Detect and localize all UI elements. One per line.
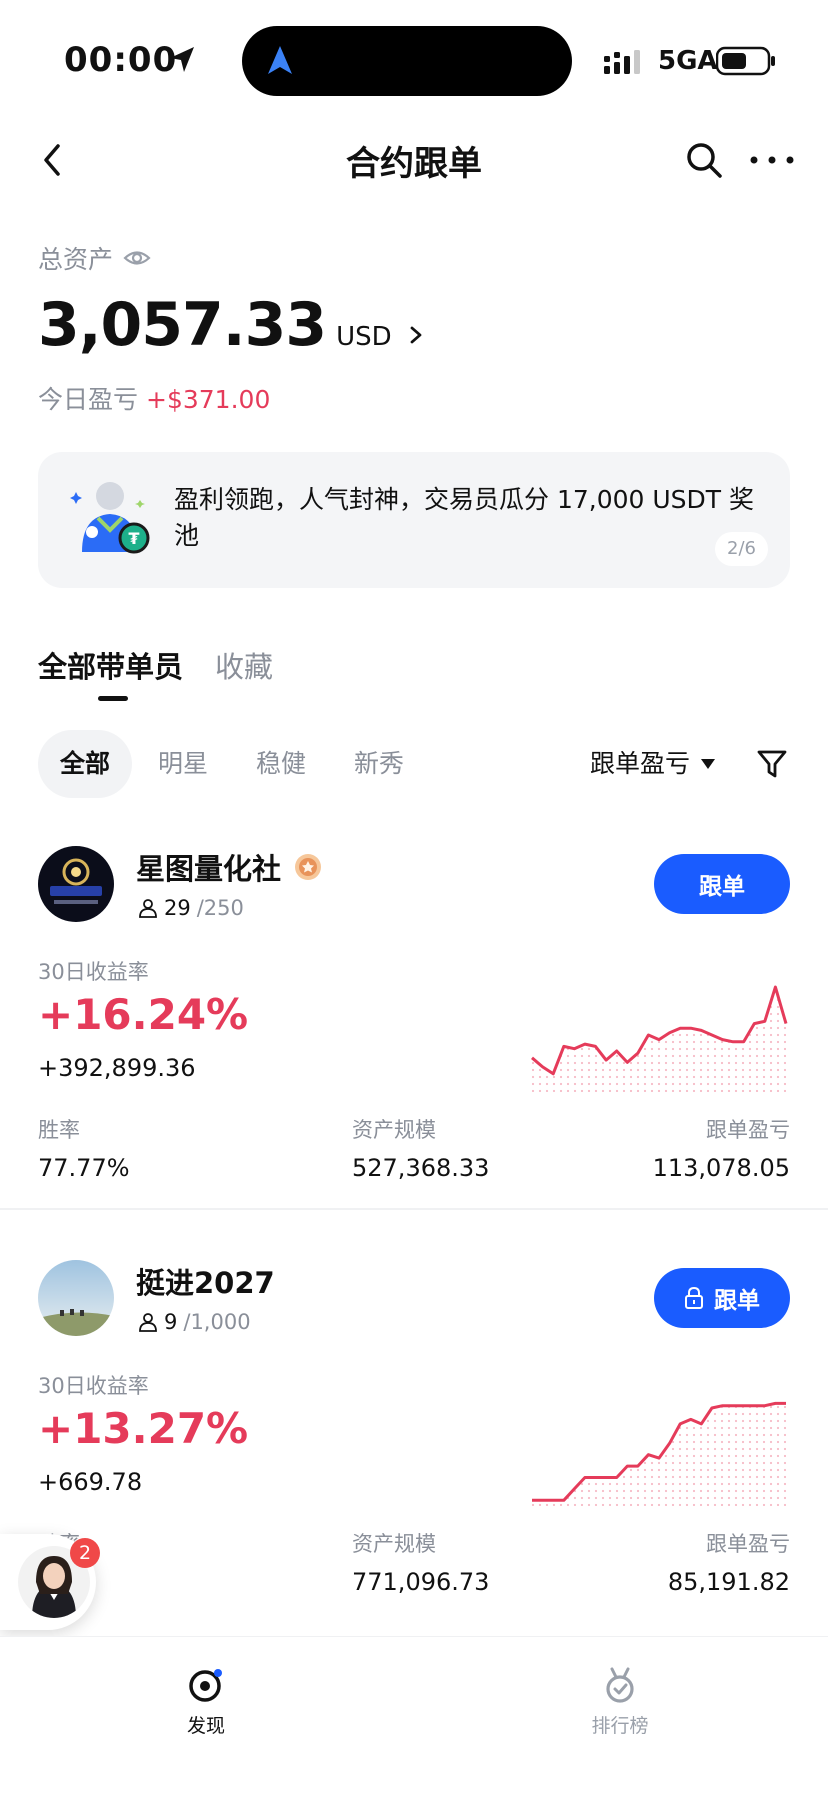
chip-star[interactable]: 明星 [158,730,208,798]
follower-pnl-label: 跟单盈亏 [706,1118,790,1142]
status-bar: 00:00 5GA [0,0,828,120]
signal-icon [604,50,640,74]
battery-icon [716,46,775,76]
person-icon [139,1313,157,1332]
aum-label: 资产规模 [352,1118,436,1142]
unread-badge: 2 [70,1538,100,1568]
aum-value: 771,096.73 [352,1568,490,1596]
chip-rookie[interactable]: 新秀 [354,730,404,798]
navigation-arrow-icon [268,46,292,74]
location-arrow-icon [170,47,194,72]
followers-current: 9 [164,1310,178,1334]
roi-value: +13.27% [38,1404,249,1453]
trader-tabs: 全部带单员 收藏 [38,644,273,701]
trophy-icon [606,1667,634,1703]
tab-discover-label: 发现 [186,1715,225,1737]
assets-amount: 3,057.33 [38,290,327,360]
dynamic-island [242,26,572,96]
trader-avatar [38,846,114,922]
tab-underline [98,696,128,701]
today-pnl: 今日盈亏 +$371.00 [38,380,270,416]
roi-absolute: +392,899.36 [38,1054,196,1082]
promo-banner[interactable]: ₮ 盈利领跑，人气封神，交易员瓜分 17,000 USDT 奖池 2/6 [38,452,790,588]
filter-icon[interactable] [756,748,788,780]
roi-sparkline [531,985,788,1092]
win-rate-value: 77.77% [38,1154,130,1182]
roi-absolute: +669.78 [38,1468,143,1496]
followers-current: 29 [164,896,191,920]
tab-leaderboard-label: 排行榜 [591,1715,649,1737]
roi-sparkline [532,1401,786,1506]
trader-name-text: 挺进2027 [136,1266,275,1300]
roi-label: 30日收益率 [38,960,149,984]
copy-trade-button[interactable]: 跟单 [654,854,790,914]
search-icon[interactable] [684,140,724,180]
followers-max: /250 [196,896,244,920]
sort-dropdown[interactable]: 跟单盈亏 [590,730,716,798]
total-assets-text: 总资产 [38,245,114,274]
caret-down-icon [701,759,716,769]
today-pnl-value: +$371.00 [146,385,271,414]
eye-icon[interactable] [123,244,151,272]
total-assets-value[interactable]: 3,057.33 USD [38,290,426,360]
tab-favorites[interactable]: 收藏 [215,644,273,686]
svg-text:₮: ₮ [128,529,139,548]
discover-icon [189,1669,222,1702]
win-rate: 胜率 77.77% [38,1114,130,1182]
follower-pnl: 跟单盈亏 113,078.05 [653,1114,790,1182]
total-assets-label: 总资产 [38,240,151,276]
follower-count: 29/250 [138,896,244,920]
roi-value: +16.24% [38,990,249,1039]
sparkline-area [532,1403,786,1506]
trader-name-text: 星图量化社 [136,852,282,886]
nav-bar: 合约跟单 [0,120,828,200]
banner-text: 盈利领跑，人气封神，交易员瓜分 17,000 USDT 奖池 [174,485,755,550]
roi-label: 30日收益率 [38,1374,149,1398]
follower-pnl-value: 85,191.82 [667,1568,790,1596]
medal-icon [295,854,322,880]
chevron-right-icon [410,326,422,344]
win-rate-label: 胜率 [38,1118,80,1142]
trader-name: 挺进2027 [136,1260,275,1302]
copy-trade-button[interactable]: 跟单 [654,1268,790,1328]
network-type: 5GA [658,46,718,76]
banner-page-indicator: 2/6 [715,532,768,566]
trader-name: 星图量化社 [136,846,325,888]
customer-support-bubble[interactable]: 2 [0,1534,100,1630]
aum: 资产规模 771,096.73 [352,1528,489,1596]
trader-reward-illustration: ₮ [70,482,150,554]
bottom-tab-bar: 发现 排行榜 [0,1636,828,1800]
trader-card[interactable]: 星图量化社 29/250 跟单 30日收益率 +16.24% +392,899.… [0,840,828,1210]
copy-trade-label: 跟单 [699,874,745,900]
aum: 资产规模 527,368.33 [352,1114,489,1182]
assets-unit: USD [336,322,392,352]
trader-avatar [38,1260,114,1336]
followers-max: /1,000 [183,1310,251,1334]
status-time: 00:00 [64,40,178,80]
chip-all[interactable]: 全部 [38,730,133,798]
follower-pnl-value: 113,078.05 [652,1154,790,1182]
follower-count: 9/1,000 [138,1310,251,1334]
follower-pnl: 跟单盈亏 85,191.82 [668,1528,790,1596]
tab-leaderboard[interactable]: 排行榜 [560,1665,680,1738]
sort-label: 跟单盈亏 [590,749,691,778]
today-pnl-label: 今日盈亏 [38,385,139,414]
follower-pnl-label: 跟单盈亏 [706,1532,790,1556]
person-icon [139,899,157,918]
lock-icon [685,1287,703,1309]
chip-steady[interactable]: 稳健 [256,730,306,798]
filter-bar: 全部 明星 稳健 新秀 跟单盈亏 [38,730,790,798]
tab-discover[interactable]: 发现 [146,1665,266,1738]
more-icon[interactable] [748,140,796,180]
tab-all-traders[interactable]: 全部带单员 [38,644,183,686]
copy-trade-label: 跟单 [714,1288,760,1314]
aum-value: 527,368.33 [352,1154,490,1182]
trader-card[interactable]: 挺进2027 9/1,000 跟单 30日收益率 +13.27% +669.78… [0,1254,828,1624]
aum-label: 资产规模 [352,1532,436,1556]
